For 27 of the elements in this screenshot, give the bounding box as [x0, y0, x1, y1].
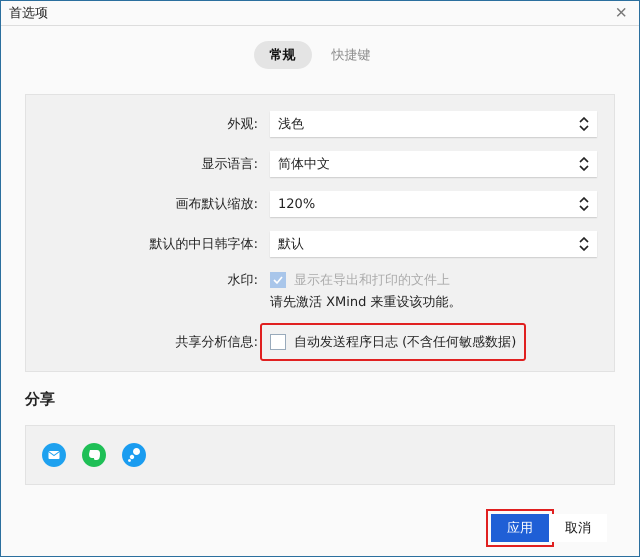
dropdown[interactable]: 简体中文: [270, 151, 597, 177]
setting-label: 外观:: [226, 116, 259, 133]
setting-label: 默认的中日韩字体:: [148, 236, 259, 253]
checkmark-icon: [272, 274, 284, 286]
checkbox-label: 自动发送程序日志 (不含任何敏感数据): [294, 334, 516, 351]
setting-label: 水印:: [226, 272, 259, 289]
dialog-button[interactable]: 取消: [549, 514, 607, 542]
section-heading: 分享: [25, 390, 56, 409]
bubbles-icon[interactable]: [122, 443, 146, 467]
chevron-icon: [579, 196, 589, 212]
dialog-button[interactable]: 应用: [491, 514, 549, 542]
setting-label: 显示语言:: [200, 156, 259, 173]
activation-note: 请先激活 XMind 来重设该功能。: [270, 294, 462, 311]
chevron-icon: [579, 236, 589, 252]
checkbox-label: 显示在导出和打印的文件上: [294, 272, 450, 289]
chevron-icon: [579, 116, 589, 132]
dropdown[interactable]: 120%: [270, 191, 597, 217]
close-button[interactable]: ×: [611, 3, 631, 23]
chevron-icon: [579, 156, 589, 172]
setting-label: 画布默认缩放:: [174, 196, 259, 213]
tab[interactable]: 常规: [254, 41, 312, 69]
window-title: 首选项: [9, 5, 48, 22]
mail-icon[interactable]: [42, 443, 66, 467]
setting-label: 共享分析信息:: [174, 334, 259, 351]
dropdown[interactable]: 浅色: [270, 111, 597, 137]
checkbox[interactable]: [270, 334, 286, 350]
dropdown[interactable]: 默认: [270, 231, 597, 257]
